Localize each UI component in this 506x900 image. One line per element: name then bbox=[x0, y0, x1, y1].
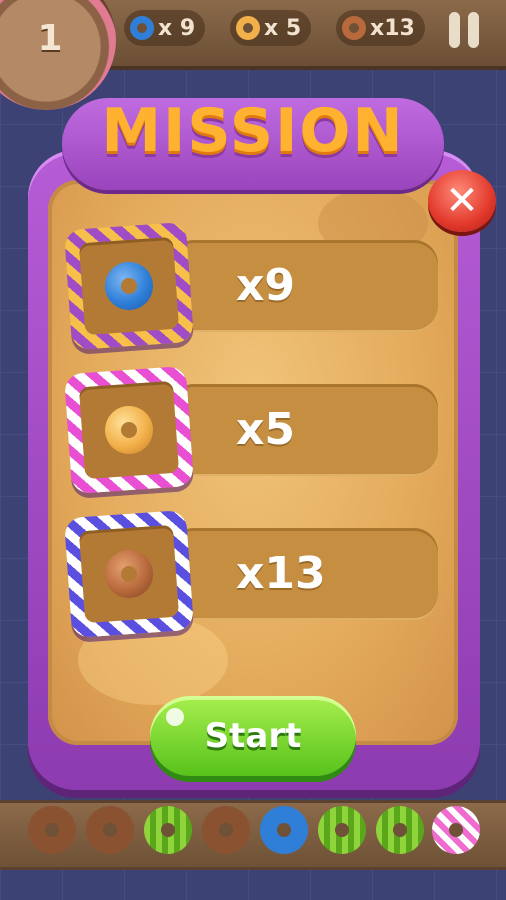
green-donut-icon[interactable] bbox=[144, 806, 192, 854]
mission-tile-blue-donut bbox=[63, 221, 195, 351]
pink-donut-icon[interactable] bbox=[432, 806, 480, 854]
dialog-title: MISSION bbox=[101, 96, 405, 166]
pause-button[interactable] bbox=[442, 8, 486, 52]
green-donut-icon[interactable] bbox=[318, 806, 366, 854]
level-number: 1 bbox=[37, 18, 63, 59]
board-row bbox=[0, 800, 506, 870]
blue-donut-icon bbox=[130, 16, 154, 40]
close-icon: ✕ bbox=[445, 178, 479, 224]
close-button[interactable]: ✕ bbox=[428, 170, 496, 232]
sprinkle-donut-icon bbox=[342, 16, 366, 40]
glazed-donut-icon bbox=[103, 404, 155, 456]
goal-counter-blue-donut: x 9 bbox=[124, 10, 206, 46]
glazed-donut-icon bbox=[236, 16, 260, 40]
pause-icon bbox=[449, 12, 460, 48]
sprinkle-donut-icon bbox=[103, 548, 155, 600]
mission-count: x5 bbox=[236, 404, 295, 455]
blue-donut-icon bbox=[103, 260, 155, 312]
choco-donut-icon[interactable] bbox=[28, 806, 76, 854]
blue-donut-icon[interactable] bbox=[260, 806, 308, 854]
start-button[interactable]: Start bbox=[150, 696, 356, 776]
mission-tile-sprinkle-donut bbox=[63, 509, 195, 639]
mission-count: x9 bbox=[236, 260, 295, 311]
goal-counter-glazed-donut: x 5 bbox=[230, 10, 312, 46]
choco-donut-icon[interactable] bbox=[202, 806, 250, 854]
goal-counter-sprinkle-donut: x13 bbox=[336, 10, 425, 46]
choco-donut-icon[interactable] bbox=[86, 806, 134, 854]
mission-tile-glazed-donut bbox=[63, 365, 195, 495]
start-button-label: Start bbox=[204, 716, 302, 756]
mission-count: x13 bbox=[236, 548, 326, 599]
green-donut-icon[interactable] bbox=[376, 806, 424, 854]
